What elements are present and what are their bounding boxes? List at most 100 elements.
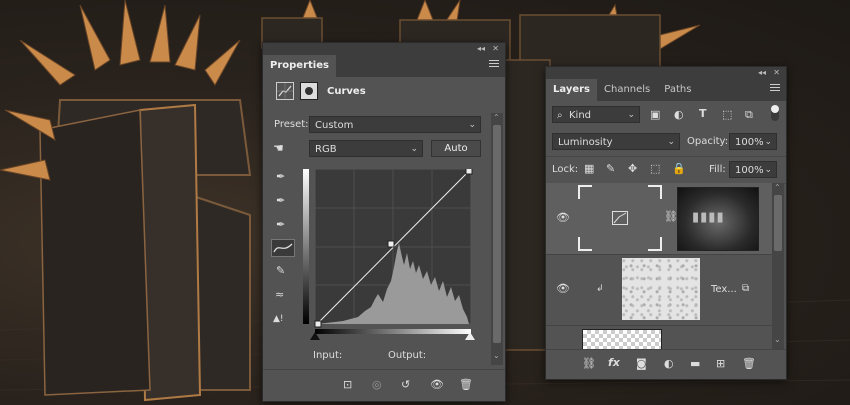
visibility-eye-icon[interactable]: 👁 [556, 283, 570, 295]
close-icon[interactable]: ✕ [773, 67, 780, 79]
reset-icon[interactable]: ↺ [401, 379, 410, 391]
clipping-arrow-icon: ↲ [596, 284, 604, 294]
panel-menu-icon[interactable] [489, 60, 499, 68]
new-layer-icon[interactable]: ⊞ [716, 358, 725, 370]
black-point-eyedropper-icon[interactable]: ✒ [276, 171, 285, 183]
visibility-eye-icon[interactable]: 👁 [556, 212, 570, 224]
filter-pixel-icon[interactable]: ▣ [650, 109, 660, 121]
lock-image-pixels-icon[interactable]: ✎ [606, 163, 615, 175]
filter-type-icon[interactable]: T [699, 108, 707, 120]
layer-list: 👁 ⛓ ▮▮▮▮ 👁 ↲ Tex... ⧉ [546, 183, 772, 349]
view-previous-state-icon[interactable]: ◎ [372, 379, 382, 391]
clipping-warning-icon[interactable]: ▲! [273, 313, 284, 325]
link-layers-icon[interactable]: ⛓ [582, 358, 596, 370]
blend-mode-value: Luminosity [558, 137, 613, 148]
fill-label: Fill: [709, 164, 726, 175]
filter-shape-icon[interactable]: ⬚ [722, 109, 732, 121]
targeted-adjustment-hand-icon[interactable]: ☚ [273, 142, 284, 154]
layer-filter-dropdown[interactable]: ⌕ Kind ⌄ [552, 106, 640, 123]
output-gradient-bar [303, 169, 309, 324]
new-adjustment-layer-icon[interactable]: ◐ [664, 358, 674, 370]
white-point-handle[interactable] [465, 167, 473, 175]
opacity-label: Opacity: [687, 136, 729, 147]
input-gradient-bar [315, 329, 471, 334]
layers-tab-bar: Layers Channels Paths [546, 79, 786, 101]
new-group-icon[interactable]: ▬ [690, 358, 700, 370]
panel-menu-icon[interactable] [770, 84, 780, 92]
visibility-eye-icon[interactable]: 👁 [430, 379, 444, 391]
letter-s-artwork [39, 99, 252, 402]
close-icon[interactable]: ✕ [492, 43, 499, 55]
filter-kind-value: Kind [569, 110, 592, 121]
output-label: Output: [388, 350, 427, 361]
layer-style-fx-icon[interactable]: fx [608, 357, 620, 369]
trash-icon[interactable]: 🗑 [459, 379, 473, 391]
smart-object-icon: ⧉ [742, 283, 750, 294]
tab-layers[interactable]: Layers [546, 79, 597, 101]
black-point-handle[interactable] [314, 320, 322, 328]
layer-row-curves[interactable]: 👁 ⛓ ▮▮▮▮ [546, 183, 772, 255]
chevron-down-icon: ⌄ [764, 165, 772, 175]
scroll-down-icon[interactable]: ⌄ [774, 335, 781, 344]
properties-tab-bar: Properties [263, 55, 505, 77]
channel-value: RGB [315, 144, 337, 155]
layers-panel: ◂◂ ✕ Layers Channels Paths ⌕ Kind ⌄ ▣ ◐ … [545, 66, 787, 380]
layer-thumbnail [582, 329, 662, 349]
tab-properties[interactable]: Properties [263, 55, 336, 77]
layer-mask-icon[interactable] [300, 82, 318, 100]
layer-mask-thumbnail[interactable]: ▮▮▮▮ [677, 187, 759, 251]
layer-row-partial[interactable] [546, 326, 772, 349]
filter-smart-object-icon[interactable]: ⧉ [745, 109, 753, 121]
gray-point-eyedropper-icon[interactable]: ✒ [276, 195, 285, 207]
preset-value: Custom [315, 120, 354, 131]
scroll-thumb[interactable] [493, 125, 501, 343]
filter-toggle-switch[interactable] [771, 105, 779, 121]
lock-transparent-pixels-icon[interactable]: ▦ [584, 163, 594, 175]
link-chain-icon[interactable]: ⛓ [664, 211, 678, 223]
white-point-eyedropper-icon[interactable]: ✒ [276, 219, 285, 231]
pencil-icon[interactable]: ✎ [276, 265, 285, 277]
clip-to-layer-icon[interactable]: ⊡ [343, 379, 352, 391]
smooth-curve-icon[interactable]: ≈ [275, 289, 284, 301]
tab-paths[interactable]: Paths [657, 79, 698, 101]
preset-dropdown[interactable]: Custom ⌄ [309, 116, 481, 133]
blend-mode-dropdown[interactable]: Luminosity ⌄ [552, 133, 680, 150]
fill-field[interactable]: 100% ⌄ [729, 161, 777, 178]
curves-thumbnail-icon [612, 211, 628, 225]
adjustment-title: Curves [327, 86, 366, 97]
scroll-up-icon[interactable]: ⌃ [493, 113, 500, 122]
tab-channels[interactable]: Channels [597, 79, 657, 101]
panel-top-strip: ◂◂ ✕ [263, 43, 505, 55]
opacity-field[interactable]: 100% ⌄ [729, 133, 777, 150]
add-mask-icon[interactable]: ◙ [636, 358, 647, 370]
lock-row: Lock: ▦ ✎ ✥ ⬚ 🔒 Fill: 100% ⌄ [546, 156, 786, 184]
scroll-down-icon[interactable]: ⌄ [493, 351, 500, 360]
trash-icon[interactable]: 🗑 [742, 358, 756, 370]
curves-adjustment-icon[interactable] [276, 82, 294, 100]
auto-button[interactable]: Auto [431, 140, 481, 157]
layers-scrollbar[interactable]: ⌃ ⌄ [772, 183, 784, 349]
filter-adjustment-icon[interactable]: ◐ [674, 109, 684, 121]
white-input-slider[interactable] [465, 332, 475, 340]
collapse-icon[interactable]: ◂◂ [477, 43, 485, 55]
black-input-slider[interactable] [310, 332, 320, 340]
adjustment-thumbnail [578, 185, 662, 251]
fill-value: 100% [735, 165, 764, 176]
lock-all-icon[interactable]: 🔒 [672, 163, 686, 175]
lock-position-icon[interactable]: ✥ [628, 163, 637, 175]
mid-point-handle[interactable] [387, 240, 395, 248]
lock-artboard-icon[interactable]: ⬚ [650, 163, 660, 175]
scroll-thumb[interactable] [774, 195, 782, 251]
layer-row-texture[interactable]: 👁 ↲ Tex... ⧉ [546, 255, 772, 326]
layer-name[interactable]: Tex... [711, 284, 737, 295]
edit-points-tool-icon[interactable] [271, 239, 295, 257]
chevron-down-icon: ⌄ [627, 110, 635, 120]
curves-graph[interactable] [303, 167, 481, 334]
scroll-up-icon[interactable]: ⌃ [774, 183, 781, 192]
chevron-down-icon: ⌄ [764, 137, 772, 147]
properties-footer: ⊡ ◎ ↺ 👁 🗑 [263, 369, 505, 400]
channel-dropdown[interactable]: RGB ⌄ [309, 140, 423, 157]
properties-scrollbar[interactable]: ⌃ ⌄ [491, 113, 503, 365]
lock-label: Lock: [552, 164, 579, 175]
collapse-icon[interactable]: ◂◂ [758, 67, 766, 79]
